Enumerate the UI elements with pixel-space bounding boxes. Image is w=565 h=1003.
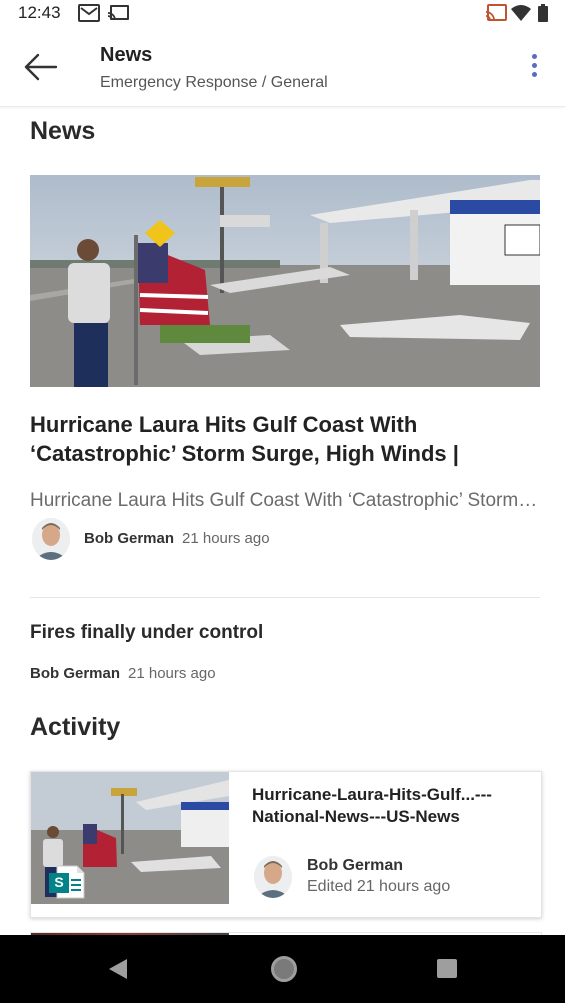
wifi-icon <box>511 5 531 21</box>
activity-edited-time: Edited 21 hours ago <box>307 878 451 895</box>
author-name[interactable]: Bob German <box>84 530 174 547</box>
nav-recents-icon[interactable] <box>437 959 457 978</box>
author-avatar-image <box>32 518 70 560</box>
status-time: 12:43 <box>18 3 61 22</box>
nav-home-icon[interactable] <box>271 956 297 982</box>
featured-news-headline[interactable]: Hurricane Laura Hits Gulf Coast With ‘Ca… <box>30 410 538 468</box>
activity-section-title: Activity <box>30 713 121 741</box>
cast-connected-icon <box>485 4 507 21</box>
featured-news-description: Hurricane Laura Hits Gulf Coast With ‘Ca… <box>30 490 540 511</box>
battery-icon <box>538 4 548 22</box>
sharepoint-page-icon: S <box>49 865 85 899</box>
activity-title[interactable]: Hurricane-Laura-Hits-Gulf...---National-… <box>252 784 527 828</box>
breadcrumb: Emergency Response / General <box>100 74 328 91</box>
system-nav-bar <box>0 935 565 1003</box>
news-section-title: News <box>30 117 96 145</box>
avatar <box>32 518 70 560</box>
more-options-icon[interactable] <box>522 50 546 86</box>
cast-notification-icon <box>107 5 129 21</box>
status-bar: 12:43 <box>0 0 565 26</box>
divider <box>30 597 540 598</box>
page-title: News <box>100 44 153 66</box>
back-arrow-icon[interactable] <box>20 50 60 84</box>
avatar <box>254 856 292 898</box>
activity-thumbnail: S <box>31 772 229 904</box>
author-name[interactable]: Bob German <box>307 857 403 875</box>
author-name[interactable]: Bob German <box>30 665 120 682</box>
featured-news-image[interactable] <box>30 175 540 387</box>
author-avatar-image <box>254 856 292 898</box>
sharepoint-letter: S <box>54 874 64 890</box>
app-header: News Emergency Response / General <box>0 26 565 107</box>
activity-card[interactable]: S Hurricane-Laura-Hits-Gulf...---Nationa… <box>30 771 542 918</box>
post-time: 21 hours ago <box>128 665 216 682</box>
post-time: 21 hours ago <box>182 530 270 547</box>
mail-notification-icon <box>78 4 100 22</box>
news-item-title[interactable]: Fires finally under control <box>30 622 263 644</box>
hurricane-scene-image <box>30 175 540 387</box>
nav-back-icon[interactable] <box>107 957 129 981</box>
